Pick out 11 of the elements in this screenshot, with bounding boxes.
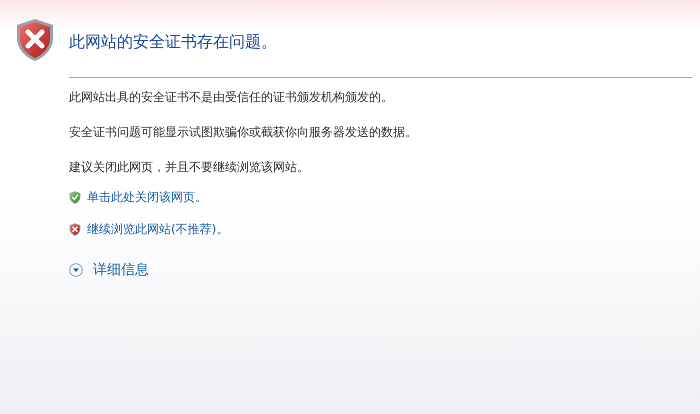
message-text: 此网站出具的安全证书不是由受信任的证书颁发机构颁发的。 [69, 90, 394, 104]
message-text: 安全证书问题可能显示试图欺骗你或截获你向服务器发送的数据。 [69, 125, 418, 139]
error-shield-icon [15, 18, 55, 62]
expand-icon [69, 263, 83, 277]
close-page-link[interactable]: 单击此处关闭该网页。 [87, 189, 207, 206]
page-title: 此网站的安全证书存在问题。 [69, 32, 278, 53]
message-text: 建议关闭此网页，并且不要继续浏览该网站。 [69, 160, 310, 174]
error-shield-icon [69, 222, 81, 236]
check-shield-icon [69, 190, 81, 204]
continue-link[interactable]: 继续浏览此网站(不推荐)。 [87, 221, 228, 238]
details-link[interactable]: 详细信息 [69, 261, 149, 279]
